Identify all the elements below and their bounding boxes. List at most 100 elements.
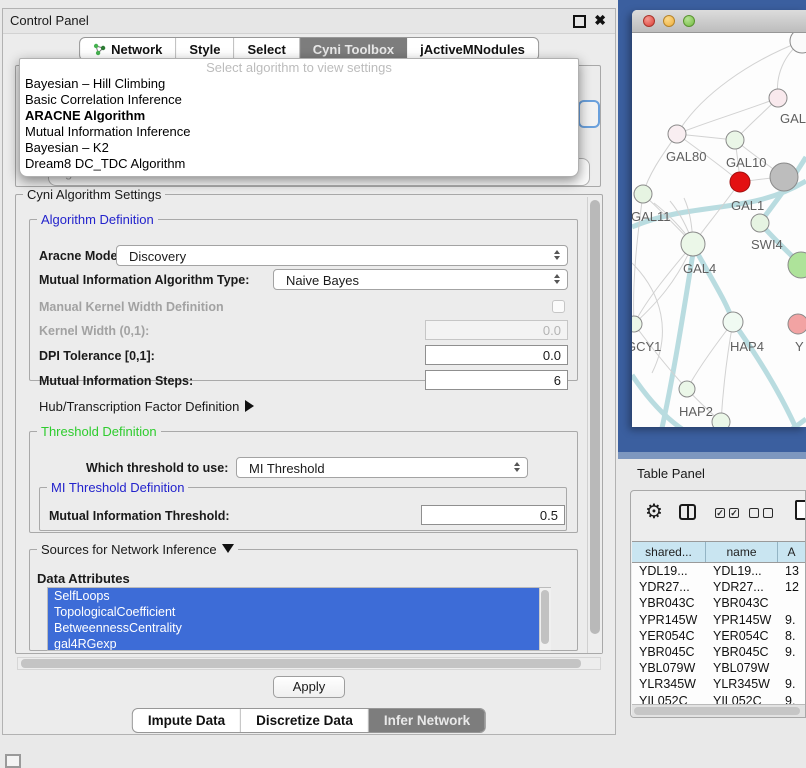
node-bottom[interactable] [712, 413, 730, 427]
table-cell: YBR045C [632, 644, 706, 660]
algorithm-option-dream8-dc-tdc-algorithm[interactable]: Dream8 DC_TDC Algorithm [20, 156, 578, 172]
tab-label: Cyni Toolbox [313, 42, 394, 57]
sources-label: Sources for Network Inference [41, 542, 217, 557]
control-panel-window: Control Panel ✖ Network Style Select Cyni T… [2, 8, 616, 735]
attribute-item-selfloops[interactable]: SelfLoops [48, 588, 550, 604]
tab-cyni-toolbox[interactable]: Cyni Toolbox [300, 38, 407, 60]
node-table: shared...nameA YDL19...YDL19...13YDR27..… [632, 541, 806, 704]
tab-infer-network[interactable]: Infer Network [369, 709, 485, 732]
node-hap4[interactable] [723, 312, 743, 332]
table-cell: YIL052C [706, 693, 778, 705]
table-header-row: shared...nameA [632, 541, 806, 563]
table-row[interactable]: YBR043CYBR043C [632, 595, 806, 611]
attribute-item-gal4rgexp[interactable]: gal4RGexp [48, 636, 550, 651]
node-gal1[interactable] [730, 172, 750, 192]
tab-select[interactable]: Select [234, 38, 299, 60]
tab-jactivemnodules[interactable]: jActiveMNodules [407, 38, 538, 60]
algorithm-option-bayesian-k2[interactable]: Bayesian – K2 [20, 140, 578, 156]
algorithm-option-mutual-information-inference[interactable]: Mutual Information Inference [20, 124, 578, 140]
table-row[interactable]: YER054CYER054C8. [632, 628, 806, 644]
settings-vertical-scrollbar[interactable] [587, 197, 602, 653]
node-salmon[interactable] [788, 314, 806, 334]
table-row[interactable]: YLR345WYLR345W9. [632, 676, 806, 692]
network-edges-thick [632, 157, 806, 427]
which-threshold-label: Which threshold to use: [86, 461, 228, 475]
data-attributes-label: Data Attributes [37, 571, 130, 586]
node-gal10[interactable] [726, 131, 744, 149]
table-options-gear-icon[interactable]: ⚙ [645, 502, 663, 522]
table-panel-window: ⚙ ✓✓ shared...nameA YDL19...YDL19...13YD… [630, 490, 806, 718]
table-toolbar: ⚙ ✓✓ [631, 491, 805, 541]
table-horizontal-scrollbar[interactable] [632, 704, 806, 717]
kernel-width-field[interactable]: 0.0 [425, 320, 568, 340]
column-header-shared[interactable]: shared... [632, 542, 706, 562]
tab-impute-data[interactable]: Impute Data [133, 709, 241, 732]
attribute-item-topologicalcoefficient[interactable]: TopologicalCoefficient [48, 604, 550, 620]
network-view-window: GALGAL80GAL10GAL1GAL11SWI4GAL4GCY1HAP4YH… [632, 10, 806, 427]
mi-type-label: Mutual Information Algorithm Type: [39, 273, 249, 287]
tab-discretize-data[interactable]: Discretize Data [241, 709, 369, 732]
settings-horizontal-scrollbar[interactable] [17, 657, 601, 670]
aracne-mode-combo[interactable]: Discovery [116, 245, 568, 266]
dpi-tolerance-label: DPI Tolerance [0,1]: [39, 349, 155, 363]
node-gal-cut-label: GAL [780, 111, 806, 126]
apply-button[interactable]: Apply [273, 676, 345, 698]
node-hap2[interactable] [679, 381, 695, 397]
deselect-all-icon[interactable] [749, 508, 773, 518]
table-cell [778, 595, 806, 611]
attribute-item-betweennesscentrality[interactable]: BetweennessCentrality [48, 620, 550, 636]
mac-zoom-button[interactable] [683, 15, 695, 27]
algorithm-option-aracne-algorithm[interactable]: ARACNE Algorithm [20, 108, 578, 124]
mac-minimize-button[interactable] [663, 15, 675, 27]
table-cell: 9. [778, 676, 806, 692]
algorithm-option-bayesian-hill-climbing[interactable]: Bayesian – Hill Climbing [20, 76, 578, 92]
manual-kernel-checkbox[interactable] [552, 300, 565, 313]
tab-label: Select [247, 42, 285, 57]
column-header-a[interactable]: A [778, 542, 806, 562]
tab-network[interactable]: Network [80, 38, 176, 60]
table-cell: 9. [778, 693, 806, 705]
algorithm-option-basic-correlation-inference[interactable]: Basic Correlation Inference [20, 92, 578, 108]
network-canvas[interactable]: GALGAL80GAL10GAL1GAL11SWI4GAL4GCY1HAP4YH… [632, 33, 806, 427]
column-header-name[interactable]: name [706, 542, 778, 562]
table-row[interactable]: YBL079WYBL079W [632, 660, 806, 676]
node-gal4-label: GAL4 [683, 261, 716, 276]
table-cell: YDR27... [706, 579, 778, 595]
table-cell: YDR27... [632, 579, 706, 595]
mi-type-combo[interactable]: Naive Bayes [273, 269, 568, 290]
table-row[interactable]: YIL052CYIL052C9. [632, 693, 806, 705]
which-threshold-combo[interactable]: MI Threshold [236, 457, 528, 478]
node-swi4[interactable] [751, 214, 769, 232]
mi-steps-field[interactable]: 6 [425, 370, 568, 390]
close-icon[interactable]: ✖ [594, 12, 606, 29]
table-file-icon[interactable] [795, 500, 806, 520]
hub-definition-toggle[interactable]: Hub/Transcription Factor Definition [39, 399, 254, 414]
table-panel-title: Table Panel [637, 466, 705, 481]
mac-close-button[interactable] [643, 15, 655, 27]
node-gal4[interactable] [681, 232, 705, 256]
node-gal-cut[interactable] [769, 89, 787, 107]
node-gal80[interactable] [668, 125, 686, 143]
aracne-mode-value: Discovery [129, 249, 186, 264]
column-selector-icon[interactable] [679, 504, 696, 520]
attribute-list-scrollbar[interactable] [539, 588, 551, 650]
sources-title[interactable]: Sources for Network Inference [37, 542, 238, 557]
table-row[interactable]: YBR045CYBR045C9. [632, 644, 806, 660]
float-window-icon[interactable] [573, 15, 586, 28]
node-gray[interactable] [770, 163, 798, 191]
node-gal11[interactable] [634, 185, 652, 203]
select-all-icon[interactable]: ✓✓ [715, 508, 739, 518]
node-gal10-label: GAL10 [726, 155, 766, 170]
focused-combo-fragment[interactable] [578, 100, 600, 128]
table-row[interactable]: YPR145WYPR145W9. [632, 612, 806, 628]
data-attributes-list: SelfLoopsTopologicalCoefficientBetweenne… [47, 587, 551, 651]
table-row[interactable]: YDR27...YDR27...12 [632, 579, 806, 595]
control-panel-titlebar: Control Panel ✖ [3, 9, 615, 34]
table-row[interactable]: YDL19...YDL19...13 [632, 563, 806, 579]
algorithm-dropdown-list: Bayesian – Hill ClimbingBasic Correlatio… [20, 76, 578, 172]
mi-threshold-field[interactable]: 0.5 [421, 505, 565, 525]
tab-label: Style [189, 42, 220, 57]
tab-style[interactable]: Style [176, 38, 234, 60]
node-hap2-label: HAP2 [679, 404, 713, 419]
dpi-tolerance-field[interactable]: 0.0 [425, 345, 568, 365]
